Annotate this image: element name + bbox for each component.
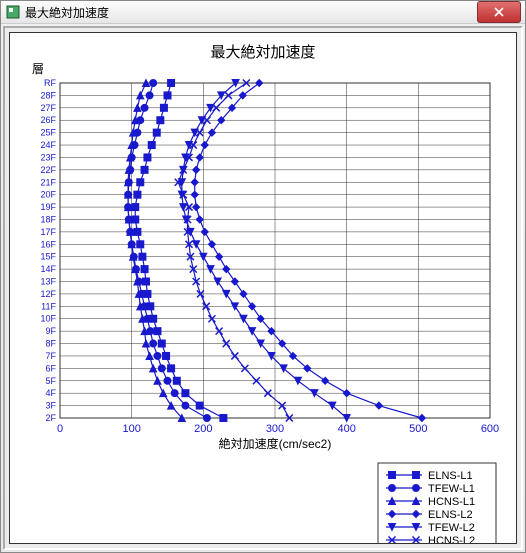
y-tick-label: 3F — [45, 401, 56, 411]
x-tick-label: 300 — [266, 423, 284, 435]
y-tick-label: 26F — [40, 115, 56, 125]
x-tick-label: 500 — [409, 423, 427, 435]
chart-svg: 最大絶対加速度層RF 28F 27F 26F 25F 24F 23F 22F 21F 20F 19F… — [10, 33, 516, 543]
x-tick-label: 200 — [194, 423, 212, 435]
legend-label: HCNS-L1 — [428, 496, 475, 508]
x-tick-label: 100 — [122, 423, 140, 435]
y-tick-label: 22F — [40, 165, 56, 175]
y-tick-label: 14F — [40, 264, 56, 274]
y-axis-label: 層 — [32, 62, 44, 76]
window-title: 最大絶対加速度 — [25, 4, 477, 21]
y-tick-label: 24F — [40, 140, 56, 150]
x-tick-label: 0 — [57, 423, 63, 435]
y-tick-label: 23F — [40, 152, 56, 162]
y-tick-label: 11F — [41, 301, 56, 311]
window: 最大絶対加速度 最大絶対加速度層RF 28F 27F 26F 25F 24F 23F 22F 2… — [0, 0, 526, 553]
y-tick-label: 18F — [40, 214, 56, 224]
y-tick-label: 10F — [40, 314, 56, 324]
close-button[interactable] — [477, 1, 521, 23]
y-tick-label: 13F — [40, 277, 56, 287]
y-tick-label: 4F — [45, 388, 56, 398]
y-tick-label: 5F — [45, 376, 56, 386]
legend-label: HCNS-L2 — [428, 535, 475, 543]
close-icon — [494, 7, 504, 17]
y-tick-label: 7F — [45, 351, 56, 361]
chart-title: 最大絶対加速度 — [210, 44, 315, 61]
series-line — [182, 83, 347, 418]
y-tick-label: 17F — [40, 227, 56, 237]
legend-label: TFEW-L2 — [428, 522, 475, 534]
y-tick-label: 28F — [40, 90, 56, 100]
x-axis-label: 絶対加速度(cm/sec2) — [219, 436, 332, 451]
y-tick-label: 6F — [45, 363, 56, 373]
y-tick-label: 20F — [40, 190, 56, 200]
content-area: 最大絶対加速度層RF 28F 27F 26F 25F 24F 23F 22F 21F 20F 19F… — [3, 26, 523, 550]
app-icon — [5, 4, 21, 20]
titlebar[interactable]: 最大絶対加速度 — [1, 1, 525, 24]
y-tick-label: RF — [44, 78, 56, 88]
y-tick-label: 15F — [40, 252, 56, 262]
y-tick-label: 25F — [40, 128, 56, 138]
x-tick-label: 600 — [481, 423, 499, 435]
y-tick-label: 12F — [40, 289, 56, 299]
y-tick-label: 8F — [45, 339, 56, 349]
x-tick-label: 400 — [337, 423, 355, 435]
y-tick-label: 2F — [45, 413, 56, 423]
y-tick-label: 9F — [45, 326, 56, 336]
legend-label: TFEW-L1 — [428, 483, 475, 495]
legend-label: ELNS-L2 — [428, 509, 473, 521]
y-tick-label: 21F — [40, 177, 56, 187]
y-tick-label: 16F — [40, 239, 56, 249]
chart-container: 最大絶対加速度層RF 28F 27F 26F 25F 24F 23F 22F 21F 20F 19F… — [9, 32, 517, 544]
legend-label: ELNS-L1 — [428, 470, 473, 482]
y-tick-label: 19F — [40, 202, 56, 212]
y-tick-label: 27F — [40, 103, 56, 113]
